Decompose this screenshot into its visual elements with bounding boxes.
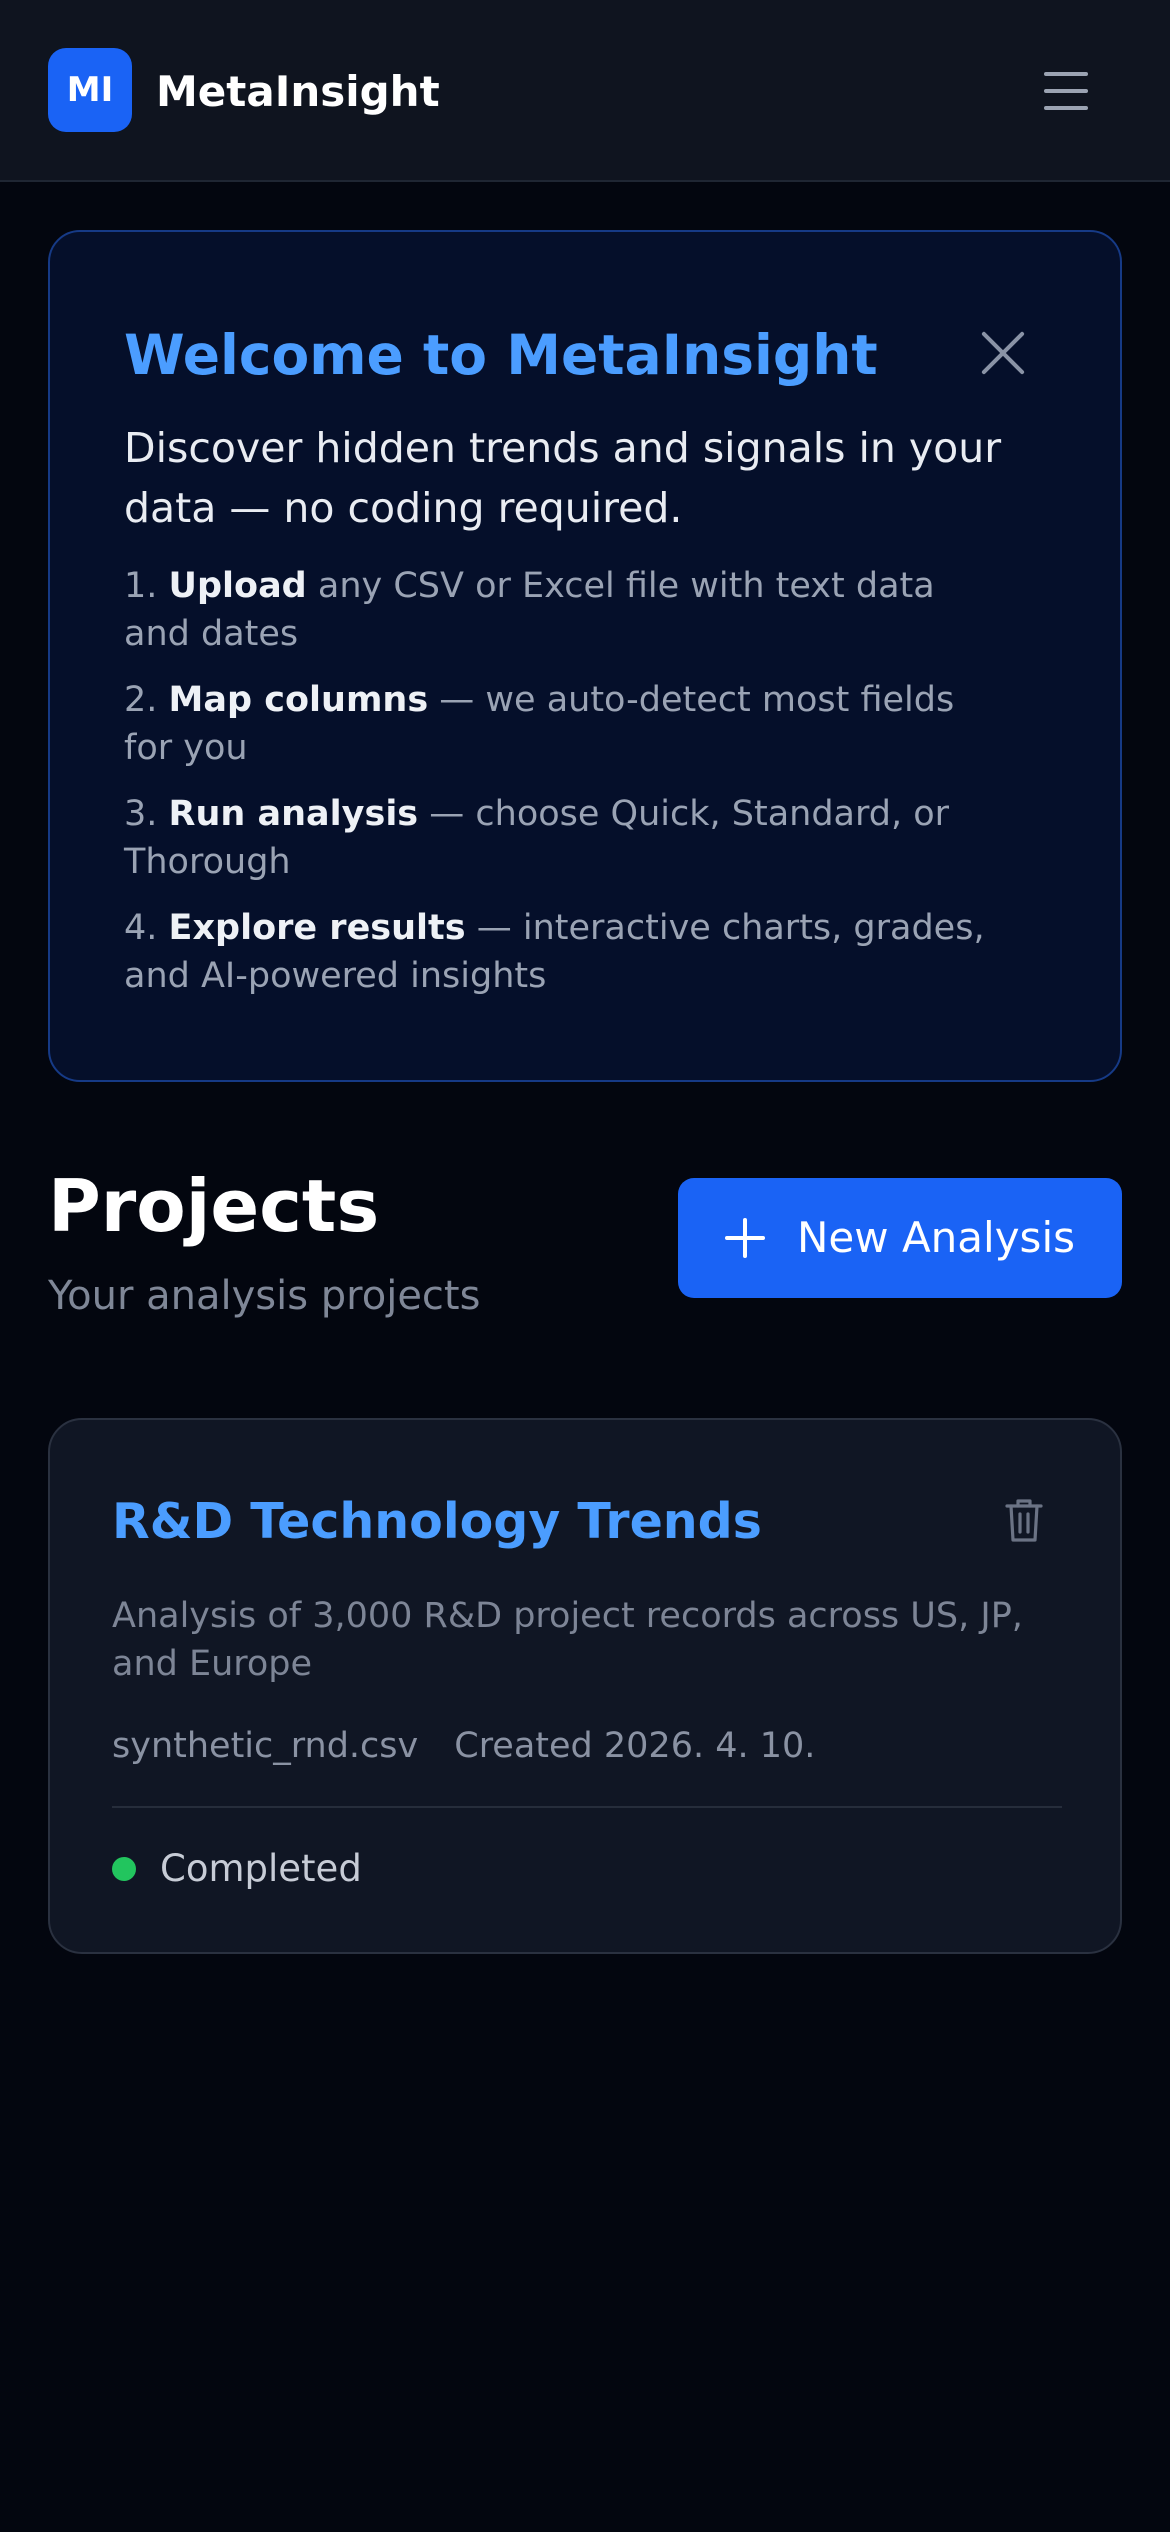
status-label: Completed (160, 1847, 362, 1890)
project-card[interactable]: R&D Technology Trends Analysis of 3,000 … (48, 1418, 1122, 1954)
app-header: MI MetaInsight (0, 0, 1170, 182)
project-meta: synthetic_rnd.csv Created 2026. 4. 10. (112, 1722, 815, 1770)
page-title: Projects (48, 1164, 380, 1248)
status-badge: Completed (112, 1844, 362, 1894)
step-bold: Map columns (168, 680, 429, 720)
onboarding-steps: 1. Upload any CSV or Excel file with tex… (124, 562, 1004, 1018)
step-number: 1. (124, 566, 158, 606)
project-file-name: synthetic_rnd.csv (112, 1726, 419, 1766)
step-item: 1. Upload any CSV or Excel file with tex… (124, 562, 1004, 658)
page-subtitle: Your analysis projects (48, 1273, 481, 1319)
close-icon[interactable] (978, 328, 1028, 378)
new-analysis-button[interactable]: New Analysis (678, 1178, 1122, 1298)
welcome-lead: Discover hidden trends and signals in yo… (124, 424, 1002, 532)
step-bold: Upload (168, 566, 307, 606)
trash-icon[interactable] (1004, 1496, 1044, 1544)
status-dot (112, 1857, 136, 1881)
step-number: 2. (124, 680, 158, 720)
welcome-card: Welcome to MetaInsight Discover hidden t… (48, 230, 1122, 1082)
card-divider (112, 1806, 1062, 1808)
step-bold: Explore results (168, 908, 466, 948)
hamburger-menu-icon[interactable] (1040, 66, 1096, 116)
project-created-date: Created 2026. 4. 10. (454, 1726, 816, 1766)
step-item: 3. Run analysis — choose Quick, Standard… (124, 790, 1004, 886)
step-bold: Run analysis (168, 794, 419, 834)
project-title[interactable]: R&D Technology Trends (112, 1490, 762, 1554)
step-item: 2. Map columns — we auto-detect most fie… (124, 676, 1004, 772)
project-description: Analysis of 3,000 R&D project records ac… (112, 1596, 1023, 1684)
app-name[interactable]: MetaInsight (156, 64, 440, 120)
step-number: 4. (124, 908, 158, 948)
step-item: 4. Explore results — interactive charts,… (124, 904, 1004, 1000)
new-analysis-label: New Analysis (796, 1213, 1075, 1262)
app-logo[interactable]: MI (48, 48, 132, 132)
plus-icon (724, 1218, 765, 1258)
step-number: 3. (124, 794, 158, 834)
welcome-title: Welcome to MetaInsight (124, 323, 878, 387)
